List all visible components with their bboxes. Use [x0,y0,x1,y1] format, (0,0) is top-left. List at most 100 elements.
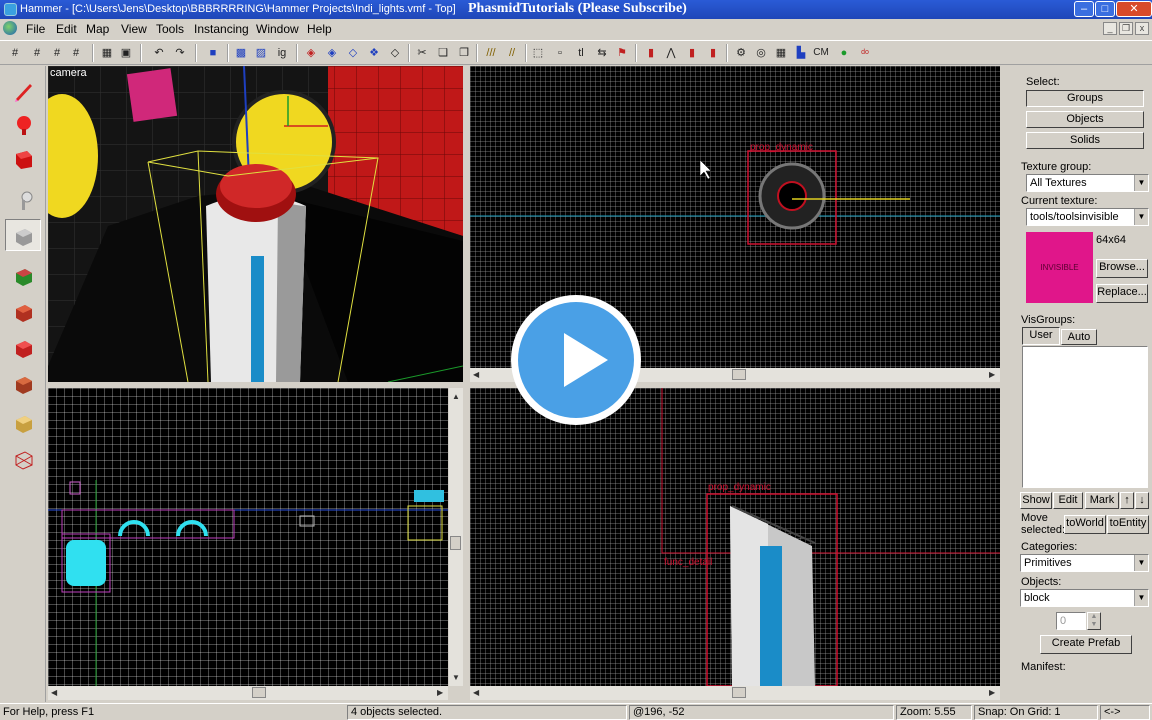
visgroup-up-icon[interactable]: ↑ [1120,492,1134,509]
status-bar: For Help, press F1 4 objects selected. @… [0,703,1152,720]
display-entities-icon[interactable]: ▮ [684,45,700,61]
visgroup-list[interactable] [1022,346,1148,488]
side-hscroll-thumb[interactable] [732,687,746,698]
tie-entity-icon[interactable]: ig [274,45,290,61]
visgroup-down-icon[interactable]: ↓ [1135,492,1149,509]
to-world-button[interactable]: toWorld [1064,515,1106,534]
side-viewport[interactable]: prop_dynamic func_detail [470,388,1000,686]
block-tool[interactable] [5,219,41,251]
copy-icon[interactable]: ❏ [435,45,451,61]
run-map-icon[interactable]: ● [836,45,852,61]
minimize-button[interactable]: – [1074,1,1094,17]
cube-double-icon[interactable]: ❖ [366,45,382,61]
menu-edit[interactable]: Edit [56,22,77,36]
texture-group-dropdown[interactable]: All Textures ▼ [1026,174,1149,192]
grid-larger-icon[interactable]: # [49,45,65,61]
front-viewport-vscroll[interactable]: ▲ ▼ [449,388,463,686]
menu-instancing[interactable]: Instancing [194,22,249,36]
map-info-icon[interactable]: ▙ [793,45,809,61]
select-by-handle-icon[interactable]: ▫ [552,45,568,61]
document-icon[interactable] [3,21,17,35]
menu-file[interactable]: File [26,22,45,36]
grid-smaller-icon[interactable]: # [29,45,45,61]
grid-toggle-icon[interactable]: # [7,45,23,61]
cube-red-icon[interactable]: ◈ [303,45,319,61]
close-button[interactable]: ✕ [1116,1,1152,17]
faces-spinner-field[interactable]: 0 [1056,612,1086,630]
visgroup-show-button[interactable]: Show [1020,492,1052,509]
mdi-close-icon[interactable]: x [1135,22,1149,35]
texture-scale-lock-icon[interactable]: // [504,45,520,61]
entity-report-icon[interactable]: ◎ [753,45,769,61]
top-hscroll-thumb[interactable] [732,369,746,380]
selection-tool[interactable] [5,74,41,106]
visgroup-mark-button[interactable]: Mark [1085,492,1119,509]
front-hscroll-thumb[interactable] [252,687,266,698]
clipping-tool[interactable] [5,367,41,399]
selection-box-icon[interactable]: ⬚ [530,45,546,61]
cut-icon[interactable]: ✂ [414,45,430,61]
side-viewport-hscroll[interactable]: ◀ ▶ [470,686,1000,700]
select-solids-button[interactable]: Solids [1026,132,1144,149]
select-objects-button[interactable]: Objects [1026,111,1144,128]
menu-window[interactable]: Window [256,22,299,36]
ungroup-icon[interactable]: ▨ [253,45,269,61]
align-icon[interactable]: ⇆ [594,45,610,61]
select-groups-button[interactable]: Groups [1026,90,1144,107]
apply-decals-tool[interactable] [5,295,41,327]
vertex-tool[interactable] [5,406,41,438]
mdi-restore-icon[interactable]: ❐ [1119,22,1133,35]
texture-icon[interactable]: ⚑ [614,45,630,61]
replace-button[interactable]: Replace... [1096,284,1148,303]
texture-app-icon[interactable]: tl [573,45,589,61]
browse-button[interactable]: Browse... [1096,259,1148,278]
to-entity-button[interactable]: toEntity [1107,515,1149,534]
faces-spinner-icon[interactable]: ▲ ▼ [1087,612,1101,630]
display-solids-icon[interactable]: ▮ [705,45,721,61]
carve-icon[interactable]: ■ [205,45,221,61]
menu-help[interactable]: Help [307,22,332,36]
front-viewport-hscroll[interactable]: ◀ ▶ [48,686,448,700]
texture-preview[interactable]: INVISIBLE [1026,232,1093,303]
cube-outline-icon[interactable]: ◇ [345,45,361,61]
menu-tools[interactable]: Tools [156,22,184,36]
check-problems-icon[interactable]: ▦ [773,45,789,61]
grid-3d-icon[interactable]: # [68,45,84,61]
front-viewport[interactable] [48,388,448,686]
cubemap-icon[interactable]: CM [813,45,829,61]
overlays-tool[interactable] [5,331,41,363]
create-prefab-button[interactable]: Create Prefab [1040,635,1132,654]
hide-icon[interactable]: ▦ [99,45,115,61]
entity-tool[interactable] [5,184,41,216]
camera-tool[interactable] [5,142,41,174]
categories-dropdown[interactable]: Primitives ▼ [1020,554,1149,572]
cube-blue-icon[interactable]: ◈ [324,45,340,61]
current-texture-dropdown[interactable]: tools/toolsinvisible ▼ [1026,208,1149,226]
display-models-icon[interactable]: ▮ [643,45,659,61]
play-button[interactable] [511,295,641,425]
texture-application-tool[interactable] [5,259,41,291]
mdi-minimize-icon[interactable]: _ [1103,22,1117,35]
menu-view[interactable]: View [121,22,147,36]
cube-hidden-icon[interactable]: ◇ [387,45,403,61]
path-tool[interactable] [5,442,41,474]
visgroup-tab-auto[interactable]: Auto [1061,329,1097,345]
toggle-helpers-icon[interactable]: ⋀ [663,45,679,61]
redo-icon[interactable]: ↷ [172,45,188,61]
cordon-icon[interactable]: ⚙ [733,45,749,61]
show-icon[interactable]: ▣ [118,45,134,61]
hammer-app-icon[interactable] [4,3,17,16]
compile-icon[interactable]: do [857,45,873,61]
camera-viewport[interactable]: camera [48,66,463,382]
visgroup-edit-button[interactable]: Edit [1053,492,1083,509]
front-vscroll-thumb[interactable] [450,536,461,550]
magnify-tool[interactable] [5,108,41,140]
maximize-button[interactable]: □ [1095,1,1115,17]
undo-icon[interactable]: ↶ [151,45,167,61]
visgroup-tab-user[interactable]: User [1022,327,1060,345]
group-icon[interactable]: ▩ [233,45,249,61]
texture-lock-icon[interactable]: /// [483,45,499,61]
objects-dropdown[interactable]: block ▼ [1020,589,1149,607]
menu-map[interactable]: Map [86,22,109,36]
paste-icon[interactable]: ❐ [456,45,472,61]
